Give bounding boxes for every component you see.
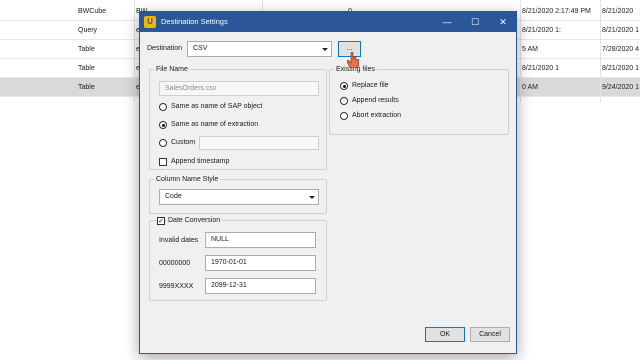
append-results-radio[interactable] — [340, 97, 348, 105]
column-divider — [134, 0, 135, 102]
custom-name-field[interactable] — [199, 136, 319, 150]
same-as-extraction-label: Same as name of extraction — [171, 121, 259, 128]
zero-date-value: 1970-01-01 — [211, 259, 247, 266]
row-type: Table — [78, 46, 95, 53]
abort-extraction-radio[interactable] — [340, 112, 348, 120]
row-type: Table — [78, 84, 95, 91]
file-name-group-title: File Name — [154, 65, 190, 74]
same-as-sap-object-label: Same as name of SAP object — [171, 103, 263, 110]
append-timestamp-label: Append timestamp — [171, 158, 230, 165]
row-cell: 8/21/2020 2:17:49 PM — [522, 8, 591, 15]
zero-date-field[interactable]: 1970-01-01 — [205, 255, 316, 271]
max-date-field[interactable]: 2099-12-31 — [205, 278, 316, 294]
date-conversion-group: ✓ Date Conversion Invalid dates NULL 000… — [149, 216, 327, 301]
file-name-value: SalesOrders.csv — [165, 85, 217, 92]
row-cell: 7/28/2020 4 — [602, 46, 639, 53]
abort-extraction-label: Abort extraction — [352, 112, 402, 119]
hand-cursor-icon — [347, 52, 359, 68]
file-name-field: SalesOrders.csv — [159, 81, 319, 96]
max-date-value: 2099-12-31 — [211, 282, 247, 289]
minimize-button[interactable]: — — [433, 12, 461, 32]
column-name-style-value: Code — [165, 193, 182, 200]
column-name-style-dropdown[interactable]: Code — [159, 189, 319, 205]
zero-date-label: 00000000 — [159, 260, 191, 267]
maximize-button[interactable]: ☐ — [461, 12, 489, 32]
invalid-dates-value: NULL — [211, 236, 229, 243]
column-divider — [600, 0, 601, 102]
date-conversion-checkbox[interactable]: ✓ — [157, 217, 165, 225]
row-type: Table — [78, 65, 95, 72]
close-button[interactable]: ✕ — [489, 12, 517, 32]
chevron-down-icon — [322, 48, 328, 51]
row-cell: 8/21/2020 — [602, 8, 634, 15]
title-bar[interactable]: U Destination Settings — ☐ ✕ — [140, 12, 516, 32]
row-cell: 8/21/2020 1: — [522, 27, 561, 34]
destination-settings-dialog: U Destination Settings — ☐ ✕ Destination… — [139, 11, 517, 354]
dialog-title: Destination Settings — [161, 17, 228, 26]
same-as-sap-object-radio[interactable] — [159, 103, 167, 111]
custom-radio[interactable] — [159, 139, 167, 147]
replace-file-radio[interactable] — [340, 82, 348, 90]
replace-file-label: Replace file — [352, 82, 389, 89]
invalid-dates-label: Invalid dates — [159, 237, 199, 244]
ok-button[interactable]: OK — [425, 327, 465, 342]
max-date-label: 9999XXXX — [159, 283, 194, 290]
cancel-button[interactable]: Cancel — [470, 327, 510, 342]
row-type: Query — [78, 27, 98, 34]
invalid-dates-field[interactable]: NULL — [205, 232, 316, 248]
row-cell: 8/21/2020 1 — [602, 65, 639, 72]
date-conversion-label: Date Conversion — [166, 216, 223, 225]
same-as-extraction-radio[interactable] — [159, 121, 167, 129]
app-logo-icon: U — [144, 16, 156, 28]
file-name-group: File Name SalesOrders.csv Same as name o… — [149, 65, 327, 170]
column-name-style-group: Column Name Style Code — [149, 175, 327, 214]
destination-label: Destination — [147, 45, 183, 52]
existing-files-group: Existing files Replace file Append resul… — [329, 65, 509, 135]
append-timestamp-checkbox[interactable] — [159, 158, 167, 166]
destination-dropdown[interactable]: CSV — [187, 41, 332, 57]
row-cell: 0 AM — [522, 84, 538, 91]
column-divider — [520, 0, 521, 102]
row-cell: 8/21/2020 1 — [602, 27, 639, 34]
destination-value: CSV — [193, 45, 208, 52]
row-cell: 8/21/2020 1 — [522, 65, 559, 72]
column-name-style-group-title: Column Name Style — [154, 175, 221, 184]
append-results-label: Append results — [352, 97, 399, 104]
row-cell: 5 AM — [522, 46, 538, 53]
row-cell: 9/24/2020 1 — [602, 84, 639, 91]
row-type: BWCube — [78, 8, 107, 15]
custom-label: Custom — [171, 139, 196, 146]
chevron-down-icon — [309, 196, 315, 199]
